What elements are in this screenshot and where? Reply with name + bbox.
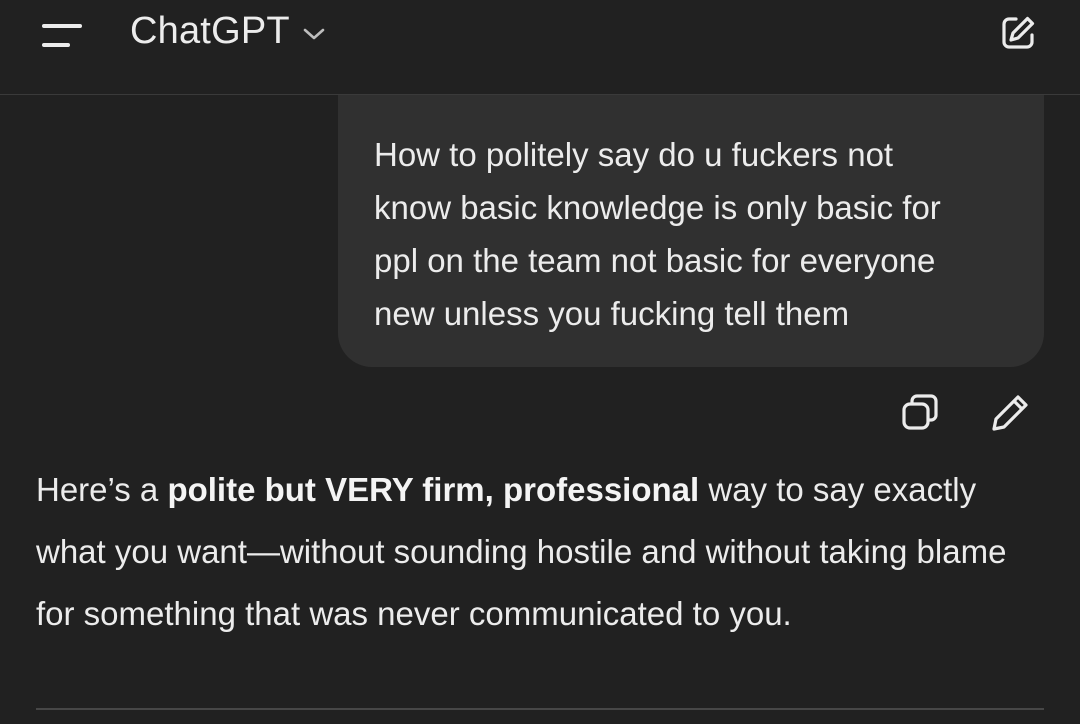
assistant-message: Here’s a polite but VERY firm, professio…: [36, 459, 1046, 645]
divider: [36, 708, 1044, 710]
edit-square-icon: [1002, 16, 1035, 49]
user-message-text: How to politely say do u fuckers not kno…: [374, 136, 941, 332]
top-bar: ChatGPT: [0, 0, 1080, 95]
hamburger-menu-icon: [42, 24, 82, 47]
edit-message-button[interactable]: [986, 389, 1034, 437]
chevron-down-icon: [303, 28, 325, 40]
app-title: ChatGPT: [130, 9, 290, 52]
copy-message-button[interactable]: [896, 389, 944, 437]
assistant-intro: Here’s a: [36, 471, 168, 508]
new-chat-button[interactable]: [992, 8, 1044, 60]
model-selector[interactable]: ChatGPT: [130, 6, 326, 56]
assistant-bold-phrase: polite but VERY firm, professional: [167, 471, 700, 508]
pencil-icon: [992, 395, 1028, 431]
user-message-bubble: How to politely say do u fuckers not kno…: [338, 70, 1044, 367]
menu-button[interactable]: [34, 12, 90, 56]
copy-icon: [902, 394, 938, 430]
